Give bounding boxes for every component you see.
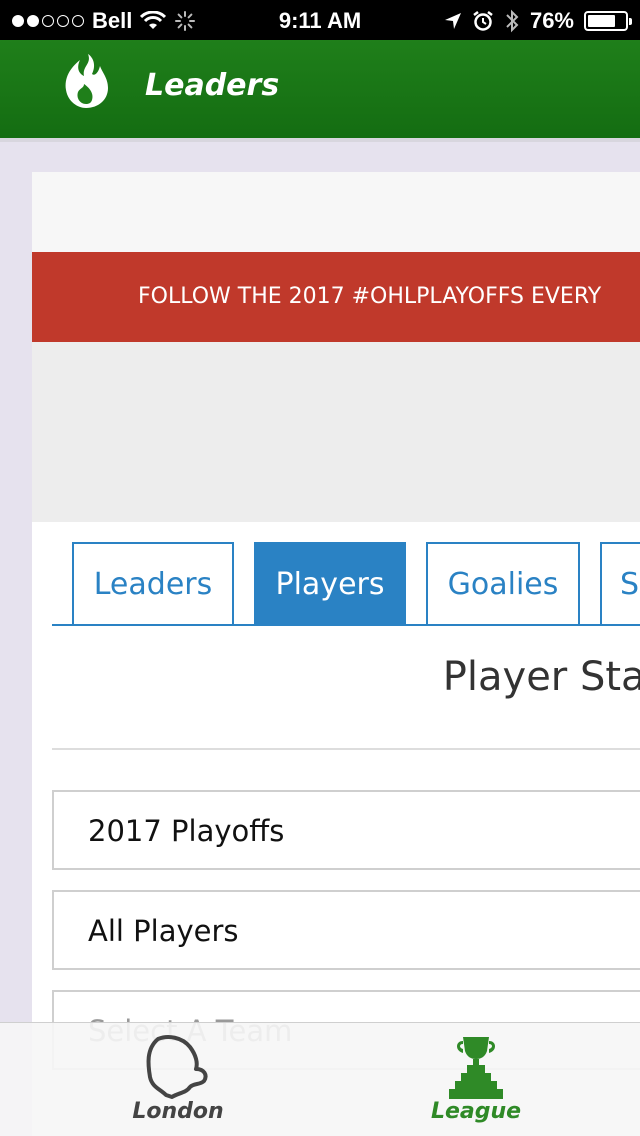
tab-bar-london[interactable]: London — [0, 1023, 320, 1136]
page-title: Leaders — [145, 68, 280, 103]
ad-placeholder — [32, 342, 640, 522]
stats-tabs: Leaders Players Goalies S — [52, 542, 640, 626]
flame-icon — [65, 54, 108, 108]
tab-leaders[interactable]: Leaders — [72, 542, 234, 624]
season-select[interactable]: 2017 Playoffs — [52, 790, 640, 870]
tab-goalies[interactable]: Goalies — [426, 542, 580, 624]
status-bar: Bell 9:11 AM 76% — [0, 0, 640, 40]
promo-banner[interactable]: FOLLOW THE 2017 #OHLPLAYOFFS EVERY — [32, 252, 640, 342]
section-title: Player Statisti — [52, 654, 640, 700]
battery-percent: 76% — [529, 8, 574, 33]
nav-bar: Leaders — [0, 40, 640, 138]
tab-bar-london-label: London — [132, 1099, 224, 1124]
bottom-tab-bar: London League — [0, 1022, 640, 1136]
tab-bar-league-label: League — [430, 1099, 522, 1124]
bluetooth-icon — [506, 9, 519, 33]
battery-level — [588, 15, 616, 27]
status-right: 76% — [444, 8, 632, 34]
section-title-text: Player Statisti — [442, 654, 640, 700]
location-arrow-icon — [444, 13, 461, 29]
battery-icon — [584, 11, 632, 31]
tab-bar-league[interactable]: League — [320, 1023, 640, 1136]
tab-players[interactable]: Players — [254, 542, 406, 624]
alarm-clock-icon — [473, 11, 493, 31]
page-header-area — [32, 172, 640, 252]
stats-page: FOLLOW THE 2017 #OHLPLAYOFFS EVERY Leade… — [32, 172, 640, 1136]
player-filter-select[interactable]: All Players — [52, 890, 640, 970]
trophy-icon — [449, 1037, 503, 1099]
divider — [52, 748, 640, 750]
london-map-icon — [146, 1035, 208, 1099]
tab-standings[interactable]: S — [600, 542, 640, 624]
